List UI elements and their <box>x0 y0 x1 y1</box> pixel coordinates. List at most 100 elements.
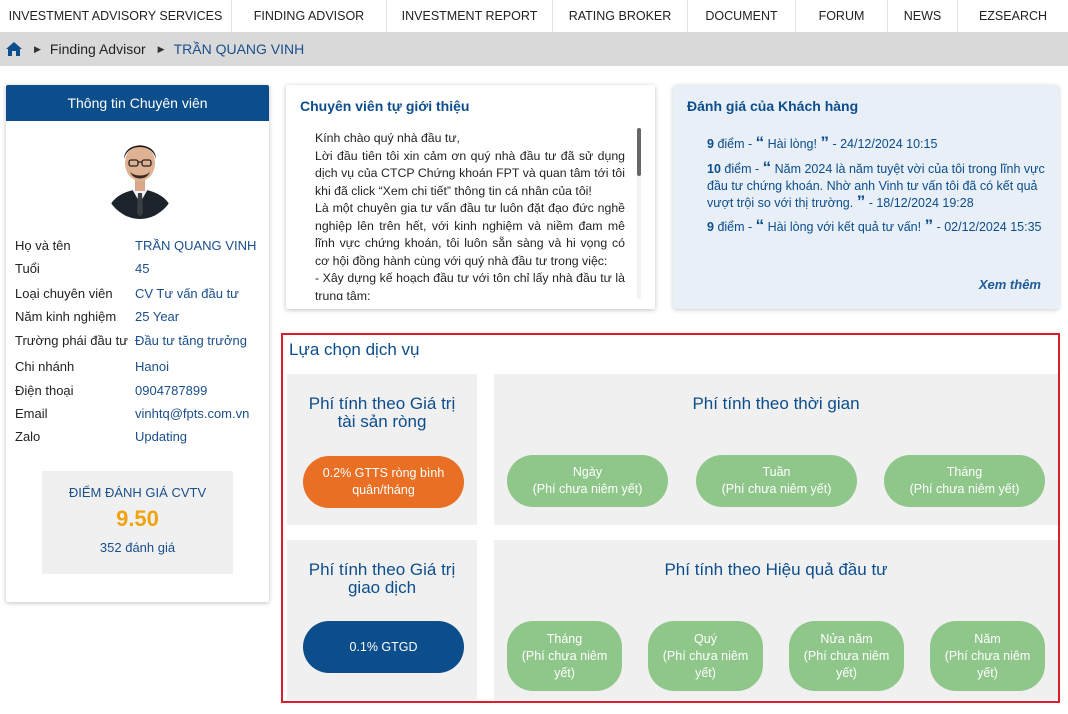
nav-forum[interactable]: FORUM <box>796 0 888 32</box>
performance-option-half-year[interactable]: Nửa năm (Phí chưa niêm yết) <box>789 621 904 691</box>
nav-ezsearch[interactable]: EZSEARCH <box>958 0 1068 32</box>
review-item: 9 điểm - “ Hài lòng với kết quả tư vấn! … <box>707 216 1047 236</box>
breadcrumb-current: TRẦN QUANG VINH <box>173 41 305 57</box>
time-option-month[interactable]: Tháng (Phí chưa niêm yết) <box>884 455 1045 507</box>
rating-score-title: ĐIỂM ĐÁNH GIÁ CVTV <box>68 485 207 500</box>
chevron-right-icon: ▶ <box>157 43 165 54</box>
option-label: Quý <box>694 631 717 646</box>
performance-option-quarter[interactable]: Quý (Phí chưa niêm yết) <box>648 621 763 691</box>
field-value: CV Tư vấn đầu tư <box>135 286 239 301</box>
rating-score-box: ĐIỂM ĐÁNH GIÁ CVTV 9.50 352 đánh giá <box>42 471 233 574</box>
intro-paragraph: Lời đầu tiên tôi xin cảm ơn quý nhà đầu … <box>315 148 625 198</box>
performance-fee-panel: Phí tính theo Hiệu quả đầu tư Tháng (Phí… <box>494 540 1058 700</box>
time-option-week[interactable]: Tuần (Phí chưa niêm yết) <box>696 455 857 507</box>
field-value[interactable]: vinhtq@fpts.com.vn <box>135 406 249 421</box>
option-note: (Phí chưa niêm yết) <box>532 482 643 496</box>
option-label: Tuần <box>762 465 791 479</box>
intro-paragraph: - Xây dựng kế hoạch đầu tư với tôn chỉ l… <box>315 271 625 300</box>
card-header: Thông tin Chuyên viên <box>6 85 269 121</box>
performance-option-year[interactable]: Năm (Phí chưa niêm yết) <box>930 621 1045 691</box>
option-note: (Phí chưa niêm yết) <box>944 648 1031 680</box>
panel-title: Phí tính theo thời gian <box>692 394 860 413</box>
nav-asset-fee-panel: Phí tính theo Giá trị tài sản ròng 0.2% … <box>287 374 477 525</box>
nav-news[interactable]: NEWS <box>888 0 958 32</box>
review-score: 9 <box>707 137 714 151</box>
review-date: - 02/12/2024 15:35 <box>936 220 1042 234</box>
field-label: Loại chuyên viên <box>15 286 113 301</box>
services-title: Lựa chọn dịch vụ <box>289 340 420 359</box>
review-text: Hài lòng! <box>767 137 817 151</box>
nav-finding-advisor[interactable]: FINDING ADVISOR <box>232 0 387 32</box>
close-quote-icon: ” <box>856 192 866 211</box>
intro-text: Kính chào quý nhà đầu tư, Lời đầu tiên t… <box>315 130 625 300</box>
service-selection: Lựa chọn dịch vụ Phí tính theo Giá trị t… <box>281 333 1060 703</box>
review-count[interactable]: 352 đánh giá <box>42 540 233 555</box>
field-age: Tuổi 45 <box>15 261 149 276</box>
field-label: Tuổi <box>15 261 40 276</box>
option-label: Ngày <box>572 465 603 479</box>
field-investment-style: Trường phái đầu tư Đầu tư tăng trưởng <box>15 333 247 348</box>
option-note: (Phí chưa niêm yết) <box>721 482 832 496</box>
open-quote-icon: “ <box>762 158 772 177</box>
option-label: Tháng <box>546 631 583 646</box>
intro-paragraph: Là một chuyên gia tư vấn đầu tư luôn đặt… <box>315 201 625 268</box>
field-full-name: Họ và tên TRẦN QUANG VINH <box>15 238 256 253</box>
transaction-fee-panel: Phí tính theo Giá trị giao dịch 0.1% GTG… <box>287 540 477 700</box>
review-unit: điểm - <box>717 220 753 234</box>
open-quote-icon: “ <box>755 216 765 235</box>
review-item: 9 điểm - “ Hài lòng! ” - 24/12/2024 10:1… <box>707 133 1047 153</box>
review-unit: điểm - <box>724 162 760 176</box>
field-experience: Năm kinh nghiệm 25 Year <box>15 309 179 324</box>
nav-document[interactable]: DOCUMENT <box>688 0 796 32</box>
open-quote-icon: “ <box>755 133 765 152</box>
self-introduction-card: Chuyên viên tự giới thiệu Kính chào quý … <box>286 85 655 309</box>
transaction-fee-button[interactable]: 0.1% GTGD <box>303 621 464 673</box>
breadcrumb: ▶ Finding Advisor ▶ TRẦN QUANG VINH <box>0 32 1068 66</box>
field-value: TRẦN QUANG VINH <box>135 238 257 253</box>
field-label: Zalo <box>15 429 41 444</box>
see-more-link[interactable]: Xem thêm <box>979 277 1041 292</box>
field-label: Điện thoại <box>15 383 74 398</box>
review-date: - 18/12/2024 19:28 <box>868 196 974 210</box>
intro-title: Chuyên viên tự giới thiệu <box>300 98 470 114</box>
time-fee-panel: Phí tính theo thời gian Ngày (Phí chưa n… <box>494 374 1058 525</box>
nav-asset-fee-button[interactable]: 0.2% GTTS ròng bình quân/tháng <box>303 456 464 508</box>
field-advisor-type: Loại chuyên viên CV Tư vấn đầu tư <box>15 286 239 301</box>
field-label: Trường phái đầu tư <box>15 333 128 348</box>
field-label: Chi nhánh <box>15 359 75 374</box>
panel-title: Phí tính theo Giá trị tài sản ròng <box>308 394 456 431</box>
home-icon[interactable] <box>6 42 22 56</box>
field-value: 45 <box>135 261 150 276</box>
field-value: 25 Year <box>135 309 180 324</box>
chevron-right-icon: ▶ <box>34 43 41 54</box>
nav-rating-broker[interactable]: RATING BROKER <box>553 0 688 32</box>
close-quote-icon: ” <box>820 133 829 152</box>
review-date: - 24/12/2024 10:15 <box>832 137 938 151</box>
scrollbar-thumb[interactable] <box>637 128 641 176</box>
option-note: (Phí chưa niêm yết) <box>662 648 749 680</box>
field-email: Email vinhtq@fpts.com.vn <box>15 406 249 421</box>
customer-reviews-card: Đánh giá của Khách hàng 9 điểm - “ Hài l… <box>673 85 1059 309</box>
option-label: Tháng <box>946 465 983 479</box>
option-note: (Phí chưa niêm yết) <box>521 648 608 680</box>
time-option-day[interactable]: Ngày (Phí chưa niêm yết) <box>507 455 668 507</box>
review-unit: điểm - <box>717 137 753 151</box>
option-label: Nửa năm <box>820 631 873 646</box>
field-label: Họ và tên <box>15 238 71 253</box>
avatar <box>102 129 178 219</box>
nav-investment-advisory-services[interactable]: INVESTMENT ADVISORY SERVICES <box>0 0 232 32</box>
breadcrumb-finding-advisor[interactable]: Finding Advisor <box>50 41 146 57</box>
panel-title: Phí tính theo Giá trị giao dịch <box>308 560 456 597</box>
nav-investment-report[interactable]: INVESTMENT REPORT <box>387 0 553 32</box>
field-zalo: Zalo Updating <box>15 429 187 444</box>
review-score: 10 <box>707 162 721 176</box>
intro-scrollbar[interactable] <box>637 128 641 298</box>
field-value[interactable]: 0904787899 <box>135 383 207 398</box>
field-value: Đầu tư tăng trưởng <box>135 333 247 348</box>
field-label: Email <box>15 406 48 421</box>
reviews-title: Đánh giá của Khách hàng <box>687 98 859 114</box>
panel-title: Phí tính theo Hiệu quả đầu tư <box>664 560 888 579</box>
review-item: 10 điểm - “ Năm 2024 là năm tuyệt vời củ… <box>707 158 1047 212</box>
performance-option-month[interactable]: Tháng (Phí chưa niêm yết) <box>507 621 622 691</box>
review-text: Hài lòng với kết quả tư vấn! <box>767 220 922 234</box>
